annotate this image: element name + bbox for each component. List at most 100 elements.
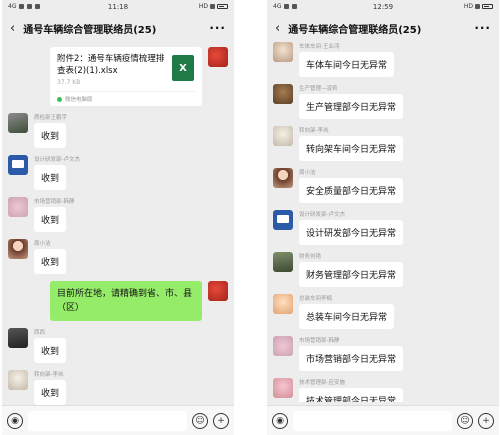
file-message: 附件2：通号车辆疫情梳理排查表(2)(1).xlsx 37.7 KB X 微信电… xyxy=(8,47,228,106)
network-label: 4G xyxy=(8,3,17,10)
status-bar: 4G 11:18 HD xyxy=(2,0,234,13)
chat-message: 设计研发部-卢文杰 设计研发部今日无异常 xyxy=(273,210,493,245)
message-bubble[interactable]: 总装车间今日无异常 xyxy=(299,304,395,329)
sender-name: 技术管理部-应安施 xyxy=(299,380,345,386)
self-message: 目前所在地，请精确到省、市、县（区） xyxy=(8,281,228,321)
chat-message-list[interactable]: 附件2：通号车辆疫情梳理排查表(2)(1).xlsx 37.7 KB X 微信电… xyxy=(2,43,234,405)
sender-name: 周小洁 xyxy=(34,241,51,247)
chat-message: 转向架-李岚 转向架车间今日无异常 xyxy=(273,126,493,161)
message-body: 西西 收到 xyxy=(34,328,67,363)
more-options-icon[interactable]: ··· xyxy=(474,21,491,35)
message-bubble[interactable]: 收到 xyxy=(34,207,67,232)
status-left-icons: 4G xyxy=(273,3,298,10)
chat-message-list[interactable]: 车体车间-王业鸿 车体车间今日无异常 生产管理—凌莉 生产管理部今日无异常 转向… xyxy=(267,40,499,402)
back-icon[interactable]: ‹ xyxy=(10,21,15,36)
chat-message: 周小洁 安全质量部今日无异常 xyxy=(273,168,493,203)
message-body: 质检部王鹏宇 收到 xyxy=(34,113,67,148)
status-left-icons: 4G xyxy=(8,3,41,10)
chat-header: ‹ 通号车辆综合管理联络员(25) ··· xyxy=(2,13,234,43)
sender-avatar[interactable] xyxy=(8,197,28,217)
sender-avatar[interactable] xyxy=(8,239,28,259)
chat-message: 设计研发部-卢文杰 收到 xyxy=(8,155,228,190)
sender-avatar[interactable] xyxy=(8,328,28,348)
self-avatar[interactable] xyxy=(208,47,228,67)
excel-file-icon: X xyxy=(172,55,194,81)
message-bubble[interactable]: 安全质量部今日无异常 xyxy=(299,178,404,203)
message-body: 生产管理—凌莉 生产管理部今日无异常 xyxy=(299,84,404,119)
status-time: 12:59 xyxy=(372,2,394,11)
message-bubble[interactable]: 收到 xyxy=(34,249,67,274)
message-bubble[interactable]: 技术管理部今日无异常 xyxy=(299,388,404,402)
chat-header: ‹ 通号车辆综合管理联络员(25) ··· xyxy=(267,13,499,43)
chat-message: 技术管理部-应安施 技术管理部今日无异常 xyxy=(273,378,493,402)
sender-avatar[interactable] xyxy=(8,113,28,133)
sender-avatar[interactable] xyxy=(273,378,293,398)
message-bubble[interactable]: 收到 xyxy=(34,123,67,148)
message-bubble[interactable]: 收到 xyxy=(34,338,67,363)
sender-avatar[interactable] xyxy=(273,210,293,230)
sender-avatar[interactable] xyxy=(273,252,293,272)
message-body: 市场营销部-韩静 收到 xyxy=(34,197,75,232)
file-card[interactable]: 附件2：通号车辆疫情梳理排查表(2)(1).xlsx 37.7 KB X 微信电… xyxy=(50,47,202,106)
sender-avatar[interactable] xyxy=(273,168,293,188)
left-phone-screen: 4G 11:18 HD ‹ 通号车辆综合管理联络员(25) ··· 附件2：通号… xyxy=(2,0,234,435)
message-bubble[interactable]: 转向架车间今日无异常 xyxy=(299,136,404,161)
chat-message: 西西 收到 xyxy=(8,328,228,363)
battery-icon xyxy=(217,4,228,9)
sender-name: 市场营销部-韩静 xyxy=(299,338,340,344)
sender-avatar[interactable] xyxy=(273,294,293,314)
sender-name: 西西 xyxy=(34,330,46,336)
file-source: 微信电脑版 xyxy=(57,91,195,106)
self-avatar[interactable] xyxy=(208,281,228,301)
chat-message: 转向架-李岚 收到 xyxy=(8,370,228,405)
message-body: 转向架-李岚 收到 xyxy=(34,370,67,405)
chat-message: 周小洁 收到 xyxy=(8,239,228,274)
self-message-bubble[interactable]: 目前所在地，请精确到省、市、县（区） xyxy=(50,281,202,321)
back-icon[interactable]: ‹ xyxy=(275,21,280,36)
sender-name: 转向架-李岚 xyxy=(299,128,329,134)
file-source-label: 微信电脑版 xyxy=(65,97,93,103)
chat-message: 市场营销部-韩静 收到 xyxy=(8,197,228,232)
plus-icon[interactable]: + xyxy=(213,412,229,429)
message-body: 财务刘艳 财务管理部今日无异常 xyxy=(299,252,404,287)
message-bubble[interactable]: 收到 xyxy=(34,380,67,405)
sender-avatar[interactable] xyxy=(273,84,293,104)
sender-name: 总装车间李楠 xyxy=(299,296,333,302)
sender-avatar[interactable] xyxy=(273,42,293,62)
input-bar: ◉ ☺ + xyxy=(267,405,499,435)
message-body: 车体车间-王业鸿 车体车间今日无异常 xyxy=(299,42,395,77)
chat-message: 财务刘艳 财务管理部今日无异常 xyxy=(273,252,493,287)
more-options-icon[interactable]: ··· xyxy=(209,21,226,35)
sender-name: 设计研发部-卢文杰 xyxy=(34,157,80,163)
message-bubble[interactable]: 市场营销部今日无异常 xyxy=(299,346,404,371)
sender-avatar[interactable] xyxy=(8,370,28,390)
voice-icon[interactable]: ◉ xyxy=(7,412,23,429)
sender-name: 市场营销部-韩静 xyxy=(34,199,75,205)
message-bubble[interactable]: 车体车间今日无异常 xyxy=(299,52,395,77)
voice-icon[interactable]: ◉ xyxy=(272,412,288,429)
hd-label: HD xyxy=(198,3,208,10)
file-name: 附件2：通号车辆疫情梳理排查表(2)(1).xlsx xyxy=(57,54,165,76)
message-bubble[interactable]: 财务管理部今日无异常 xyxy=(299,262,404,287)
wifi-icon xyxy=(210,4,215,9)
sender-avatar[interactable] xyxy=(8,155,28,175)
notification-icon-2 xyxy=(35,4,41,9)
sender-name: 财务刘艳 xyxy=(299,254,322,260)
emoji-icon[interactable]: ☺ xyxy=(192,412,208,429)
message-body: 技术管理部-应安施 技术管理部今日无异常 xyxy=(299,378,404,402)
message-input[interactable] xyxy=(28,410,187,431)
plus-icon[interactable]: + xyxy=(478,412,494,429)
sender-name: 转向架-李岚 xyxy=(34,372,64,378)
message-body: 周小洁 安全质量部今日无异常 xyxy=(299,168,404,203)
message-bubble[interactable]: 生产管理部今日无异常 xyxy=(299,94,404,119)
message-bubble[interactable]: 收到 xyxy=(34,165,67,190)
sender-avatar[interactable] xyxy=(273,336,293,356)
message-body: 周小洁 收到 xyxy=(34,239,67,274)
message-bubble[interactable]: 设计研发部今日无异常 xyxy=(299,220,404,245)
input-bar: ◉ ☺ + xyxy=(2,405,234,435)
chat-message: 总装车间李楠 总装车间今日无异常 xyxy=(273,294,493,329)
emoji-icon[interactable]: ☺ xyxy=(457,412,473,429)
chat-message: 质检部王鹏宇 收到 xyxy=(8,113,228,148)
sender-avatar[interactable] xyxy=(273,126,293,146)
message-input[interactable] xyxy=(293,410,452,431)
